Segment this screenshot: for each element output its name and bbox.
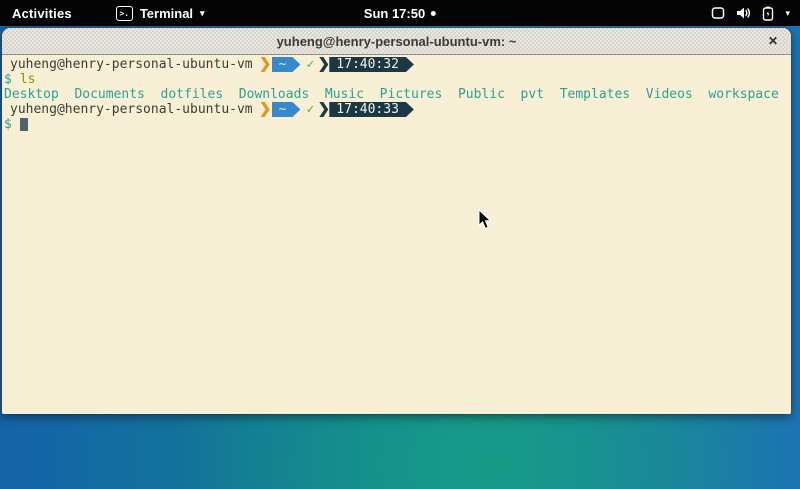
directory-listing: Desktop Documents dotfiles Downloads Mus… [4, 87, 779, 102]
shell-prompt-symbol: $ [4, 117, 12, 132]
activities-button[interactable]: Activities [12, 6, 72, 21]
prompt-line-2: yuheng@henry-personal-ubuntu-vm ~ ✓ 17:4… [4, 102, 791, 117]
chevron-down-icon: ▾ [200, 9, 205, 18]
directory-listing-line: Desktop Documents dotfiles Downloads Mus… [4, 87, 791, 102]
powerline-chevron-icon [261, 102, 270, 117]
powerline-chevron-icon [319, 102, 328, 117]
app-menu-label: Terminal [140, 6, 193, 21]
top-bar: Activities Terminal ▾ Sun 17:50 [0, 0, 800, 26]
terminal-cursor [20, 118, 28, 131]
window-title: yuheng@henry-personal-ubuntu-vm: ~ [277, 34, 517, 49]
shell-prompt-symbol: $ [4, 72, 12, 87]
prompt-user-host: yuheng@henry-personal-ubuntu-vm [10, 57, 253, 72]
battery-charging-icon [762, 6, 774, 21]
desktop: Activities Terminal ▾ Sun 17:50 [0, 0, 800, 489]
prompt-line-1: yuheng@henry-personal-ubuntu-vm ~ ✓ 17:4… [4, 57, 791, 72]
prompt-user-host: yuheng@henry-personal-ubuntu-vm [10, 102, 253, 117]
mouse-pointer-icon [478, 209, 492, 235]
window-titlebar[interactable]: yuheng@henry-personal-ubuntu-vm: ~ ✕ [2, 28, 791, 55]
powerline-chevron-icon [261, 57, 270, 72]
terminal-window: yuheng@henry-personal-ubuntu-vm: ~ ✕ yuh… [2, 28, 791, 414]
terminal-screen[interactable]: yuheng@henry-personal-ubuntu-vm ~ ✓ 17:4… [2, 55, 791, 414]
clock-button[interactable]: Sun 17:50 [364, 6, 436, 21]
status-check-icon: ✓ [306, 57, 314, 72]
system-status-menu[interactable]: ▾ [711, 6, 790, 21]
prompt-time-segment: 17:40:32 [329, 57, 414, 72]
notification-dot-icon [431, 11, 436, 16]
volume-icon [736, 6, 751, 20]
command-line: $ ls [4, 72, 791, 87]
close-icon: ✕ [768, 34, 778, 48]
terminal-app-menu-button[interactable]: Terminal ▾ [116, 6, 205, 21]
command-text: ls [20, 72, 36, 87]
display-icon [711, 6, 725, 20]
status-check-icon: ✓ [306, 102, 314, 117]
clock-label: Sun 17:50 [364, 6, 425, 21]
prompt-time-segment: 17:40:33 [329, 102, 414, 117]
prompt-cwd-segment: ~ [272, 102, 301, 117]
close-button[interactable]: ✕ [768, 28, 778, 54]
powerline-chevron-icon [319, 57, 328, 72]
prompt-cwd-segment: ~ [272, 57, 301, 72]
chevron-down-icon: ▾ [785, 9, 790, 18]
terminal-app-icon [116, 6, 133, 21]
current-input-line: $ [4, 117, 791, 132]
